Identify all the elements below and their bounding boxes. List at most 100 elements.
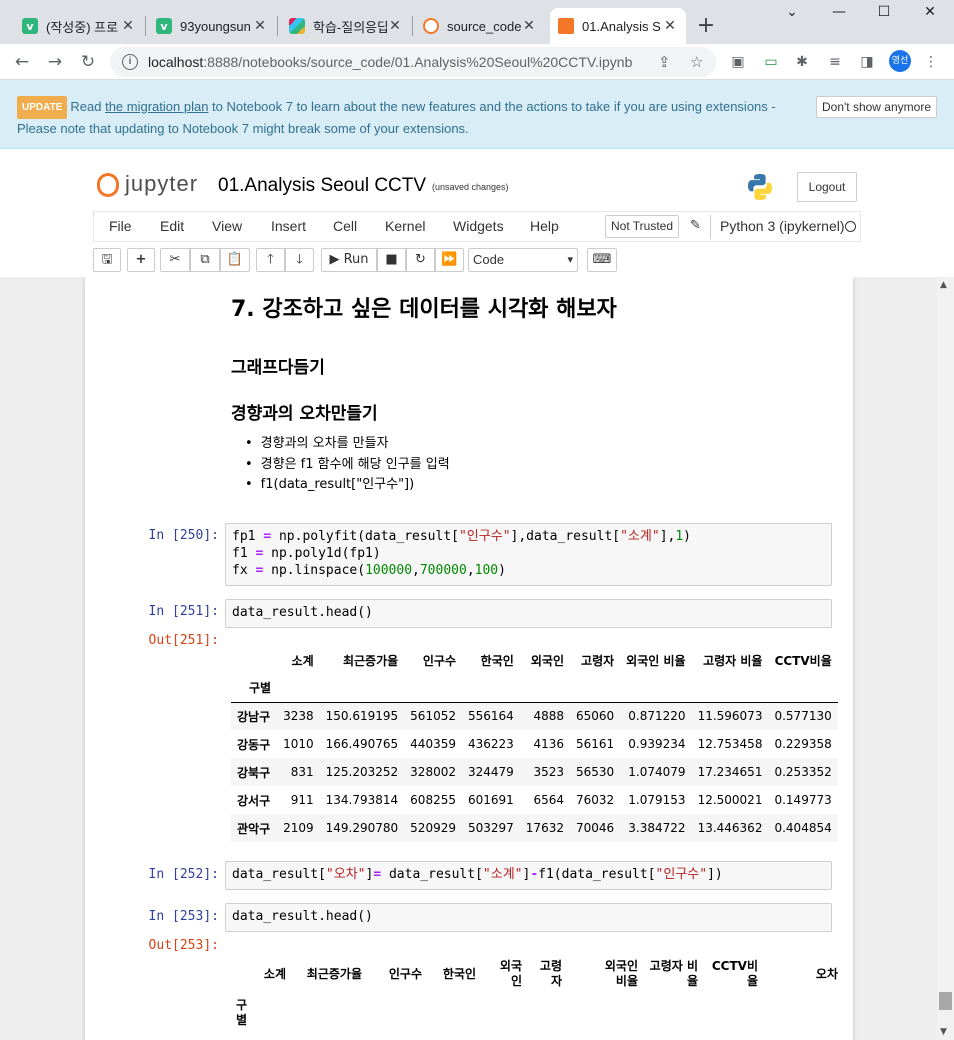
browser-tab-active[interactable]: 01.Analysis S ✕ (550, 8, 686, 44)
table-cell: 436223 (467, 737, 514, 751)
input-prompt: In [252]: (148, 867, 219, 882)
interrupt-button[interactable]: ■ (377, 248, 406, 272)
extension-icon[interactable]: ▣ (728, 52, 748, 72)
url-path: :8888/notebooks/source_code/01.Analysis%… (203, 54, 633, 70)
url-host: localhost (148, 54, 204, 70)
table-cell: 3.384722 (628, 821, 686, 835)
migration-plan-link[interactable]: the migration plan (105, 99, 208, 114)
browser-tab[interactable]: 학습-질의응답 ✕ (281, 8, 411, 44)
browser-tab[interactable]: v 93youngsun ✕ (148, 8, 276, 44)
close-icon[interactable]: ✕ (252, 18, 268, 34)
profile-avatar[interactable]: 영선 (889, 50, 911, 72)
command-palette-button[interactable]: ⌨ (587, 248, 617, 272)
table-row: 강서구 911 134.793814 608255 601691 6564 76032 1.0… (231, 786, 838, 814)
close-window-icon[interactable]: ✕ (918, 4, 942, 26)
column-header: 인구수 (388, 966, 422, 981)
table-cell: 125.203252 (325, 765, 399, 779)
input-prompt: In [251]: (148, 604, 219, 619)
notebook-title[interactable]: 01.Analysis Seoul CCTV (218, 175, 426, 197)
back-icon[interactable]: ← (10, 50, 34, 74)
column-header: 고령자 비율 (649, 959, 698, 988)
cut-button[interactable]: ✂ (160, 248, 190, 272)
side-panel-icon[interactable]: ◨ (857, 52, 877, 72)
column-header: 외국인 (530, 653, 564, 668)
table-cell: 0.149773 (774, 793, 832, 807)
restart-run-all-button[interactable]: ⏩ (435, 248, 464, 272)
code-cell[interactable]: fp1 = np.polyfit(data_result["인구수"],data… (225, 523, 832, 586)
copy-button[interactable]: ⧉ (190, 248, 220, 272)
logout-button[interactable]: Logout (797, 172, 857, 202)
menu-widgets[interactable]: Widgets (453, 218, 504, 234)
cell-type-select[interactable]: Code ▾ (468, 248, 578, 272)
kernel-name[interactable]: Python 3 (ipykernel) (720, 218, 845, 234)
table-cell: 17.234651 (697, 765, 763, 779)
close-icon[interactable]: ✕ (120, 18, 136, 34)
paste-button[interactable]: 📋 (220, 248, 250, 272)
new-tab-icon[interactable]: + (694, 12, 718, 40)
insert-cell-button[interactable]: + (127, 248, 155, 272)
column-header: 외국인 (499, 959, 522, 988)
browser-tab[interactable]: v (작성중) 프로 ✕ (14, 8, 144, 44)
kebab-menu-icon[interactable]: ⋮ (921, 52, 941, 72)
menu-view[interactable]: View (212, 218, 242, 234)
scroll-down-icon[interactable]: ▼ (940, 1027, 947, 1037)
not-trusted-button[interactable]: Not Trusted (605, 215, 680, 238)
extension-green-icon[interactable]: ▭ (761, 52, 781, 72)
tab-search-icon[interactable]: ⌄ (780, 4, 804, 26)
reload-icon[interactable]: ↻ (76, 50, 100, 74)
maximize-icon[interactable]: ☐ (872, 4, 896, 26)
site-info-icon[interactable]: i (122, 54, 138, 70)
column-header: CCTV비율 (774, 653, 832, 668)
pencil-icon[interactable]: ✎ (690, 218, 701, 233)
table-row: 강동구 1010 166.490765 440359 436223 4136 56161 0.… (231, 730, 838, 758)
list-item: f1(data_result["인구수"]) (245, 475, 450, 496)
close-icon[interactable]: ✕ (521, 18, 537, 34)
save-button[interactable]: 🖫 (93, 248, 121, 272)
dont-show-anymore-button[interactable]: Don't show anymore (816, 96, 937, 118)
move-up-button[interactable]: 🡑 (256, 248, 285, 272)
address-bar[interactable]: i localhost:8888/notebooks/source_code/0… (110, 47, 716, 77)
code-cell[interactable]: data_result.head() (225, 599, 832, 628)
index-name: 구별 (236, 998, 248, 1027)
scroll-up-icon[interactable]: ▲ (940, 280, 947, 290)
column-header: 인구수 (422, 653, 456, 668)
restart-button[interactable]: ↻ (406, 248, 435, 272)
bookmark-star-icon[interactable]: ☆ (690, 53, 703, 71)
notebook-area: 7. 강조하고 싶은 데이터를 시각화 해보자 그래프다듬기 경향과의 오차만들… (0, 277, 937, 1040)
list-item: 경향과의 오차를 만들자 (245, 434, 450, 455)
paste-icon: 📋 (226, 252, 244, 267)
notebook-page: 7. 강조하고 싶은 데이터를 시각화 해보자 그래프다듬기 경향과의 오차만들… (85, 277, 853, 1040)
browser-tab[interactable]: source_code/ ✕ (415, 8, 545, 44)
media-icon[interactable]: ≡ (825, 52, 845, 72)
code-cell[interactable]: data_result.head() (225, 903, 832, 932)
move-down-button[interactable]: 🡓 (285, 248, 314, 272)
column-header: 오차 (815, 966, 838, 981)
minimize-icon[interactable]: — (827, 4, 851, 26)
scrollbar-thumb[interactable] (939, 992, 952, 1010)
close-icon[interactable]: ✕ (662, 18, 678, 34)
share-icon[interactable]: ⇪ (658, 53, 671, 71)
menu-file[interactable]: File (109, 218, 132, 234)
jupyter-logo[interactable]: jupyter (97, 171, 198, 197)
banner-pre: Read (70, 99, 106, 114)
page-scrollbar[interactable]: ▲ ▼ (937, 277, 954, 1040)
jupyter-logo-icon (97, 171, 119, 197)
arrow-down-icon: 🡓 (296, 252, 303, 267)
menu-insert[interactable]: Insert (271, 218, 306, 234)
vercel-v-icon: v (22, 18, 38, 34)
forward-icon[interactable]: → (43, 50, 67, 74)
code-cell[interactable]: data_result["오차"]= data_result["소계"]-f1(… (225, 861, 832, 890)
table-cell: 911 (290, 793, 314, 807)
close-icon[interactable]: ✕ (387, 18, 403, 34)
menu-kernel[interactable]: Kernel (385, 218, 425, 234)
menu-cell[interactable]: Cell (333, 218, 357, 234)
table-cell: 65060 (575, 709, 615, 724)
table-cell: 4888 (533, 709, 564, 724)
copy-icon: ⧉ (200, 252, 210, 267)
table-cell: 0.577130 (774, 709, 832, 724)
puzzle-icon[interactable]: ✱ (792, 52, 812, 72)
menu-help[interactable]: Help (530, 218, 559, 234)
run-button[interactable]: ▶ Run (321, 248, 377, 272)
menu-edit[interactable]: Edit (160, 218, 184, 234)
run-label: Run (343, 252, 369, 267)
